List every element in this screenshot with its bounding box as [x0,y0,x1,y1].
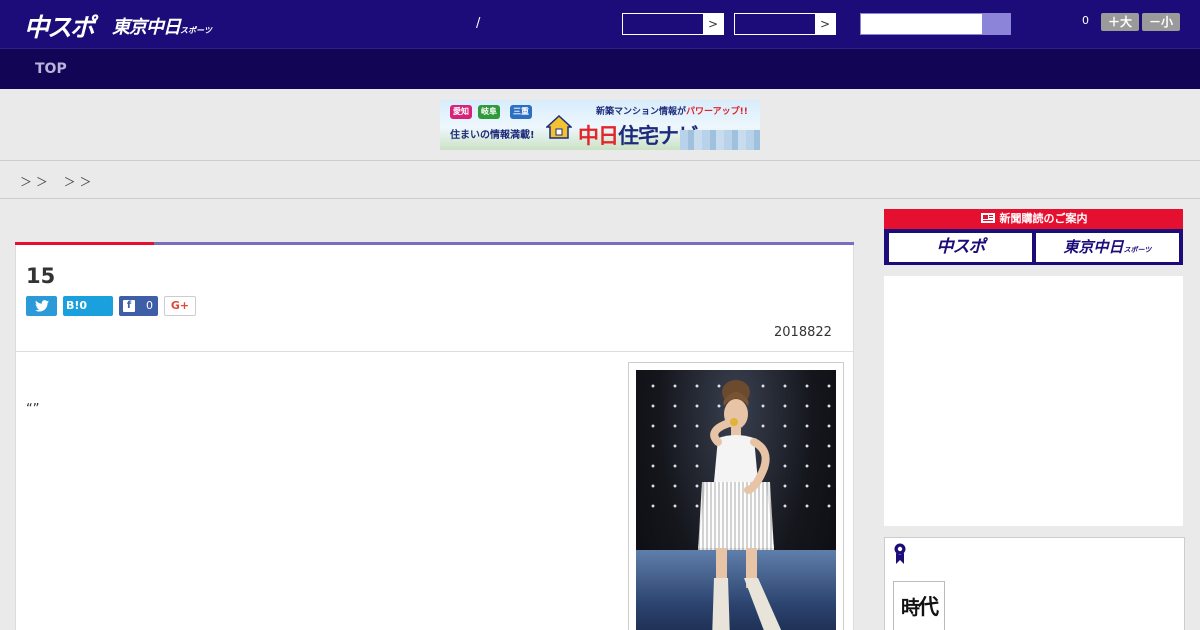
subscription-heading: 新聞購読のご案内 [884,209,1183,229]
tokyo-chunichi-logo[interactable]: 東京中日スポーツ [112,13,212,39]
subscribe-tokyo-button[interactable]: 東京中日スポーツ [1036,233,1179,262]
font-larger-button[interactable]: ＋大 [1101,13,1139,31]
category-select-1[interactable]: > [622,13,724,35]
housing-navi-banner[interactable]: 愛知 岐阜 三重 住まいの情報満載! 新築マンション情報がパワーアップ!! 中日… [440,100,760,150]
chevron-right-icon[interactable]: > [815,14,835,34]
article-date: 2018822 [774,325,832,340]
banner-logo-red: 中日 [578,124,619,148]
twitter-icon [34,300,49,312]
main-nav: TOP [0,48,1200,89]
subscribe-chuspo-button[interactable]: 中スポ [889,233,1032,262]
divider [16,351,853,352]
subscribe-tokyo-text: 東京中日 [1063,238,1124,256]
divider [0,160,1200,161]
hatena-bookmark-button[interactable]: B!0 [63,296,113,316]
search-input[interactable] [860,13,1011,35]
banner-tag-aichi: 愛知 [450,105,472,119]
article-accent-purple [154,242,854,245]
nav-item-top[interactable]: TOP [35,61,67,77]
banner-city-graphic [680,130,760,150]
article-photo[interactable] [636,370,836,630]
search-button[interactable] [982,14,1010,34]
twitter-share-button[interactable] [26,296,57,316]
article-accent-red [15,242,154,245]
subscribe-tokyo-small: スポーツ [1123,246,1152,254]
article-body: “” [26,402,40,417]
breadcrumb[interactable]: ＞ ＞ ＞ ＞ [20,173,91,190]
jidai-char-2: 代 [918,595,939,619]
facebook-icon: f [123,300,135,312]
jidai-thumbnail[interactable]: 時代 [893,581,945,630]
site-header: 中スポ 東京中日スポーツ / > > 0 ＋大 －小 [0,0,1200,48]
jidai-char-1: 時 [900,597,920,619]
subscription-heading-text: 新聞購読のご案内 [999,212,1088,225]
banner-tag-gifu: 岐阜 [478,105,500,119]
chuspo-logo[interactable]: 中スポ [24,8,95,44]
subscription-box: 新聞購読のご案内 中スポ 東京中日スポーツ [884,209,1183,265]
notification-count: 0 [1082,14,1089,27]
tokyo-logo-small: スポーツ [180,26,212,35]
performer-figure [698,380,782,630]
ribbon-icon [894,543,906,564]
header-separator: / [476,16,481,31]
banner-tag-mie: 三重 [510,105,532,119]
sidebar-ad-slot [884,276,1183,526]
divider [0,198,1200,199]
newspaper-icon [980,213,995,223]
banner-subtitle: 住まいの情報満載! [450,130,535,141]
tokyo-logo-text: 東京中日 [112,17,181,38]
banner-tagline: 新築マンション情報がパワーアップ!! [596,104,748,117]
chevron-right-icon[interactable]: > [703,14,723,34]
google-plus-button[interactable]: G+ [164,296,196,316]
font-smaller-button[interactable]: －小 [1142,13,1180,31]
banner-tagline-highlight: パワーアップ!! [686,107,748,117]
banner-tagline-prefix: 新築マンション情報が [596,107,687,117]
category-select-2[interactable]: > [734,13,836,35]
facebook-share-button[interactable]: f 0 [119,296,158,316]
house-icon [546,115,572,139]
article-title: 15 [26,264,56,288]
facebook-count: 0 [146,299,153,312]
